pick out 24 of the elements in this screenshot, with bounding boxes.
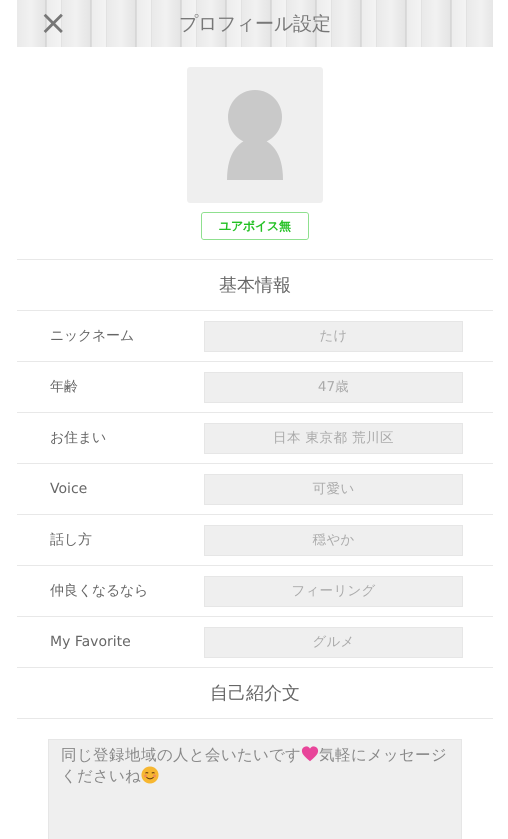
heart-icon: [301, 745, 319, 763]
field-label: Voice: [49, 481, 88, 497]
value-field[interactable]: 穏やか: [204, 524, 463, 556]
close-button[interactable]: ×: [35, 6, 72, 40]
field-label: 仲良くなるなら: [49, 582, 149, 600]
field-label: My Favorite: [49, 634, 132, 650]
voice-badge: ユアボイス無: [201, 212, 309, 240]
section-title: 自己紹介文: [210, 682, 300, 705]
value-field[interactable]: 可愛い: [204, 474, 463, 504]
field-label: お住まい: [49, 429, 107, 447]
value-field[interactable]: フィーリング: [204, 576, 463, 606]
value-field[interactable]: 日本 東京都 荒川区: [204, 422, 463, 454]
section-title: 基本情報: [219, 274, 291, 297]
field-label: ニックネーム: [49, 327, 135, 345]
value-field[interactable]: たけ: [204, 320, 463, 352]
value-field[interactable]: 47歳: [204, 372, 463, 402]
smiling-face-icon: [141, 766, 159, 784]
intro-text-field[interactable]: 同じ登録地域の人と会いたいです 気軽にメッセージくださいね: [48, 739, 462, 839]
person-silhouette-icon: [227, 90, 283, 180]
avatar-placeholder[interactable]: [187, 67, 323, 203]
value-field[interactable]: グルメ: [204, 626, 463, 658]
field-label: 話し方: [49, 531, 93, 549]
screen-title: プロフィール設定: [179, 12, 331, 36]
field-label: 年齢: [49, 378, 79, 396]
